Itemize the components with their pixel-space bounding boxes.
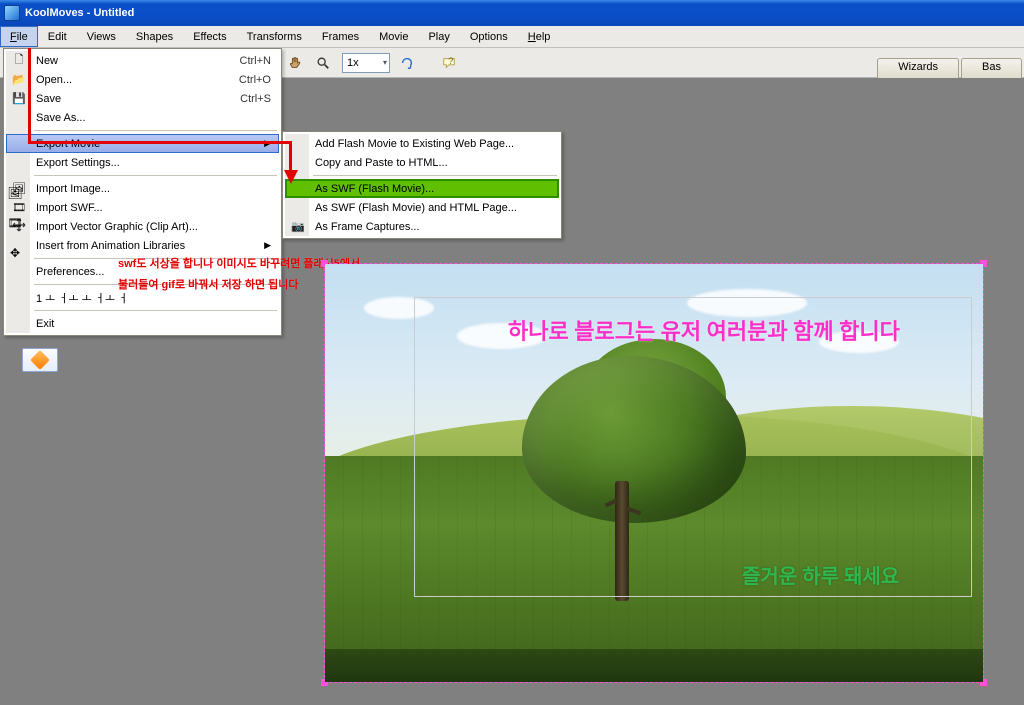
menu-save-as[interactable]: Save As... <box>6 108 279 127</box>
menu-edit[interactable]: Edit <box>38 26 77 47</box>
tab-bas[interactable]: Bas <box>961 58 1022 78</box>
menu-play[interactable]: Play <box>418 26 459 47</box>
menu-help[interactable]: Help <box>518 26 561 47</box>
hand-tool-icon[interactable] <box>282 51 308 75</box>
submenu-as-frame-captures[interactable]: 📷 As Frame Captures... <box>285 217 559 236</box>
menu-exit[interactable]: Exit <box>6 314 279 333</box>
menu-import-swf[interactable]: 🎞 Import SWF... <box>6 198 279 217</box>
menu-import-image[interactable]: 🖼 Import Image... <box>6 179 279 198</box>
menu-separator <box>34 310 277 311</box>
menu-movie[interactable]: Movie <box>369 26 418 47</box>
left-toolstrip: 🖼 🎞 ✥ <box>5 183 25 269</box>
menu-frames[interactable]: Frames <box>312 26 369 47</box>
submenu-add-existing[interactable]: Add Flash Movie to Existing Web Page... <box>285 134 559 153</box>
tab-wizards[interactable]: Wizards <box>877 58 959 78</box>
open-folder-icon: 📂 <box>11 73 27 86</box>
menu-separator <box>34 130 277 131</box>
import-image-strip-icon[interactable]: 🖼 <box>5 183 25 203</box>
export-movie-submenu: Add Flash Movie to Existing Web Page... … <box>282 131 562 239</box>
menu-transforms[interactable]: Transforms <box>237 26 312 47</box>
magnifier-icon[interactable] <box>310 51 336 75</box>
new-file-icon: 🗋 <box>11 51 27 70</box>
menubar: File Edit Views Shapes Effects Transform… <box>0 26 1024 48</box>
menu-new[interactable]: 🗋 NewCtrl+N <box>6 51 279 70</box>
menu-separator <box>34 175 277 176</box>
menu-save[interactable]: 💾 SaveCtrl+S <box>6 89 279 108</box>
annotation-arrowhead-icon <box>284 170 298 184</box>
save-disk-icon: 💾 <box>11 92 27 105</box>
menu-open[interactable]: 📂 Open...Ctrl+O <box>6 70 279 89</box>
menu-import-vector[interactable]: Import Vector Graphic (Clip Art)... <box>6 217 279 236</box>
submenu-as-swf-html[interactable]: As SWF (Flash Movie) and HTML Page... <box>285 198 559 217</box>
app-icon <box>4 5 20 21</box>
menu-export-settings[interactable]: Export Settings... <box>6 153 279 172</box>
annotation-line <box>28 141 290 144</box>
menu-separator <box>313 175 557 176</box>
menu-effects[interactable]: Effects <box>183 26 236 47</box>
menu-views[interactable]: Views <box>77 26 126 47</box>
annotation-line <box>28 48 31 142</box>
right-tabs: Wizards Bas <box>877 48 1024 78</box>
canvas-text-green[interactable]: 즐거운 하루 돼세요 <box>742 560 899 589</box>
canvas-text-pink[interactable]: 하나로 블로그는 유저 여러분과 함께 합니다 <box>508 314 900 346</box>
zoom-value: 1x <box>347 57 359 69</box>
fill-tool-button[interactable] <box>22 348 58 372</box>
film-strip-icon[interactable]: 🎞 <box>5 213 25 233</box>
menu-options[interactable]: Options <box>460 26 518 47</box>
menu-shapes[interactable]: Shapes <box>126 26 183 47</box>
submenu-copy-html[interactable]: Copy and Paste to HTML... <box>285 153 559 172</box>
camera-icon: 📷 <box>290 220 306 233</box>
zoom-combo[interactable]: 1x <box>342 53 390 73</box>
menu-file[interactable]: File <box>0 26 38 47</box>
help-balloon-icon[interactable]: ? <box>436 51 462 75</box>
paint-diamond-icon <box>30 350 50 370</box>
window-title: KoolMoves - Untitled <box>25 7 134 19</box>
svg-text:?: ? <box>448 56 453 67</box>
move-strip-icon[interactable]: ✥ <box>5 243 25 263</box>
window-titlebar: KoolMoves - Untitled <box>0 0 1024 26</box>
submenu-arrow-icon: ▶ <box>264 240 271 251</box>
refresh-icon[interactable] <box>394 51 420 75</box>
submenu-as-swf[interactable]: As SWF (Flash Movie)... <box>285 179 559 198</box>
